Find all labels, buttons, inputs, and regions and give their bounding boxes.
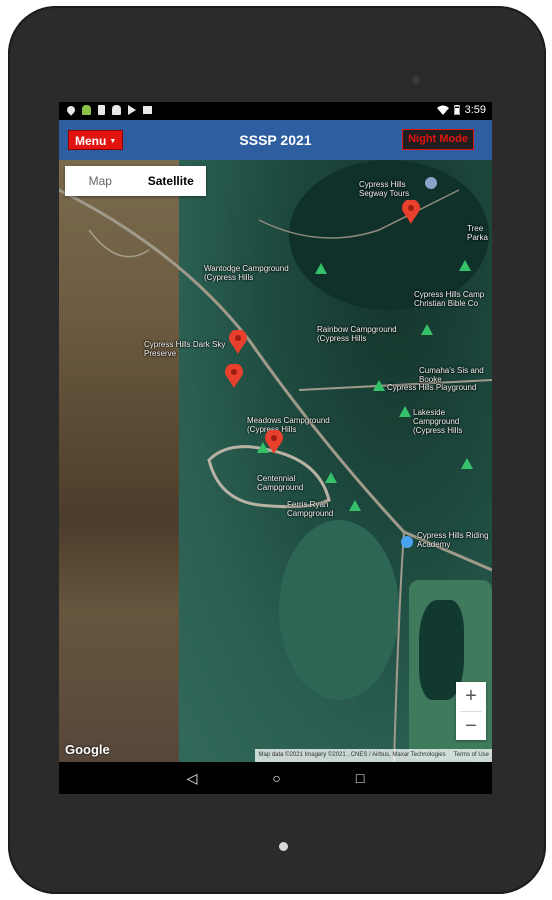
front-camera (412, 76, 420, 84)
map-type-satellite-button[interactable]: Satellite (136, 166, 207, 196)
back-icon[interactable]: ◁ (187, 770, 198, 787)
place-label[interactable]: Cypress Hills Camp Christian Bible Co (414, 290, 492, 308)
night-mode-button[interactable]: Night Mode (402, 129, 474, 150)
map-marker-icon[interactable] (402, 200, 420, 224)
campground-icon (461, 458, 473, 469)
riding-academy-icon (401, 536, 413, 548)
place-label[interactable]: Lakeside Campground (Cypress Hills (413, 408, 492, 435)
terms-link[interactable]: Terms of Use (454, 749, 489, 762)
battery-icon (453, 105, 460, 115)
phone-icon (98, 105, 105, 115)
attribution-text: Map data ©2021 Imagery ©2021 , CNES / Ai… (258, 752, 446, 758)
zoom-in-button[interactable]: + (456, 682, 486, 711)
place-icon (425, 177, 437, 189)
place-label[interactable]: Cypress Hills Segway Tours (359, 180, 429, 198)
recents-icon[interactable]: □ (356, 770, 364, 786)
place-label[interactable]: Cypress Hills Riding Academy (417, 531, 492, 549)
campground-icon (399, 406, 411, 417)
place-label[interactable]: Centennial Campground (257, 474, 327, 492)
road-network (59, 188, 492, 762)
system-indicators: 3:59 (436, 104, 486, 116)
campground-icon (421, 324, 433, 335)
google-logo: Google (65, 742, 110, 757)
place-label[interactable]: Meadows Campground (Cypress Hills (247, 416, 357, 434)
play-store-icon (128, 105, 136, 115)
navigation-bar: ◁ ○ □ (59, 762, 492, 794)
android-icon (112, 105, 121, 115)
app-bar: SSSP 2021 Menu ▼ Night Mode (59, 120, 492, 160)
dropdown-caret-icon: ▼ (109, 137, 117, 145)
map-type-control: Map Satellite (65, 166, 206, 196)
map-view[interactable]: Map Satellite Cypress Hills Segway Tours… (59, 160, 492, 762)
place-label[interactable]: Wantodge Campground (Cypress Hills (204, 264, 319, 282)
place-label[interactable]: Cumaha's Sis and Booke (419, 366, 492, 384)
status-bar: 3:59 (59, 102, 492, 120)
map-type-map-button[interactable]: Map (65, 166, 136, 196)
location-icon (65, 104, 77, 116)
android-icon (82, 105, 91, 115)
map-marker-icon[interactable] (225, 364, 243, 388)
place-label[interactable]: Tree Parka (467, 224, 492, 242)
place-label[interactable]: Ferris Ryan Campground (287, 500, 347, 518)
map-marker-icon[interactable] (229, 330, 247, 354)
menu-button[interactable]: Menu ▼ (68, 130, 124, 150)
wifi-icon (436, 105, 449, 115)
clock: 3:59 (464, 104, 486, 116)
zoom-control: + − (456, 682, 486, 740)
place-label[interactable]: Cypress Hills Playground (387, 383, 492, 392)
place-label[interactable]: Rainbow Campground (Cypress Hills (317, 325, 422, 343)
home-icon[interactable]: ○ (272, 770, 280, 786)
notification-icons (65, 104, 152, 116)
menu-label: Menu (75, 134, 107, 148)
campground-icon (373, 380, 385, 391)
image-icon (143, 106, 152, 114)
zoom-out-button[interactable]: − (456, 712, 486, 741)
map-marker-icon[interactable] (265, 430, 283, 454)
ambient-sensor (279, 842, 288, 851)
campground-icon (349, 500, 361, 511)
map-attribution: Map data ©2021 Imagery ©2021 , CNES / Ai… (255, 749, 492, 762)
device-screen: 3:59 SSSP 2021 Menu ▼ Night Mode Map Sate… (59, 102, 492, 794)
place-label[interactable]: Cypress Hills Dark Sky Preserve (144, 340, 234, 358)
campground-icon (459, 260, 471, 271)
